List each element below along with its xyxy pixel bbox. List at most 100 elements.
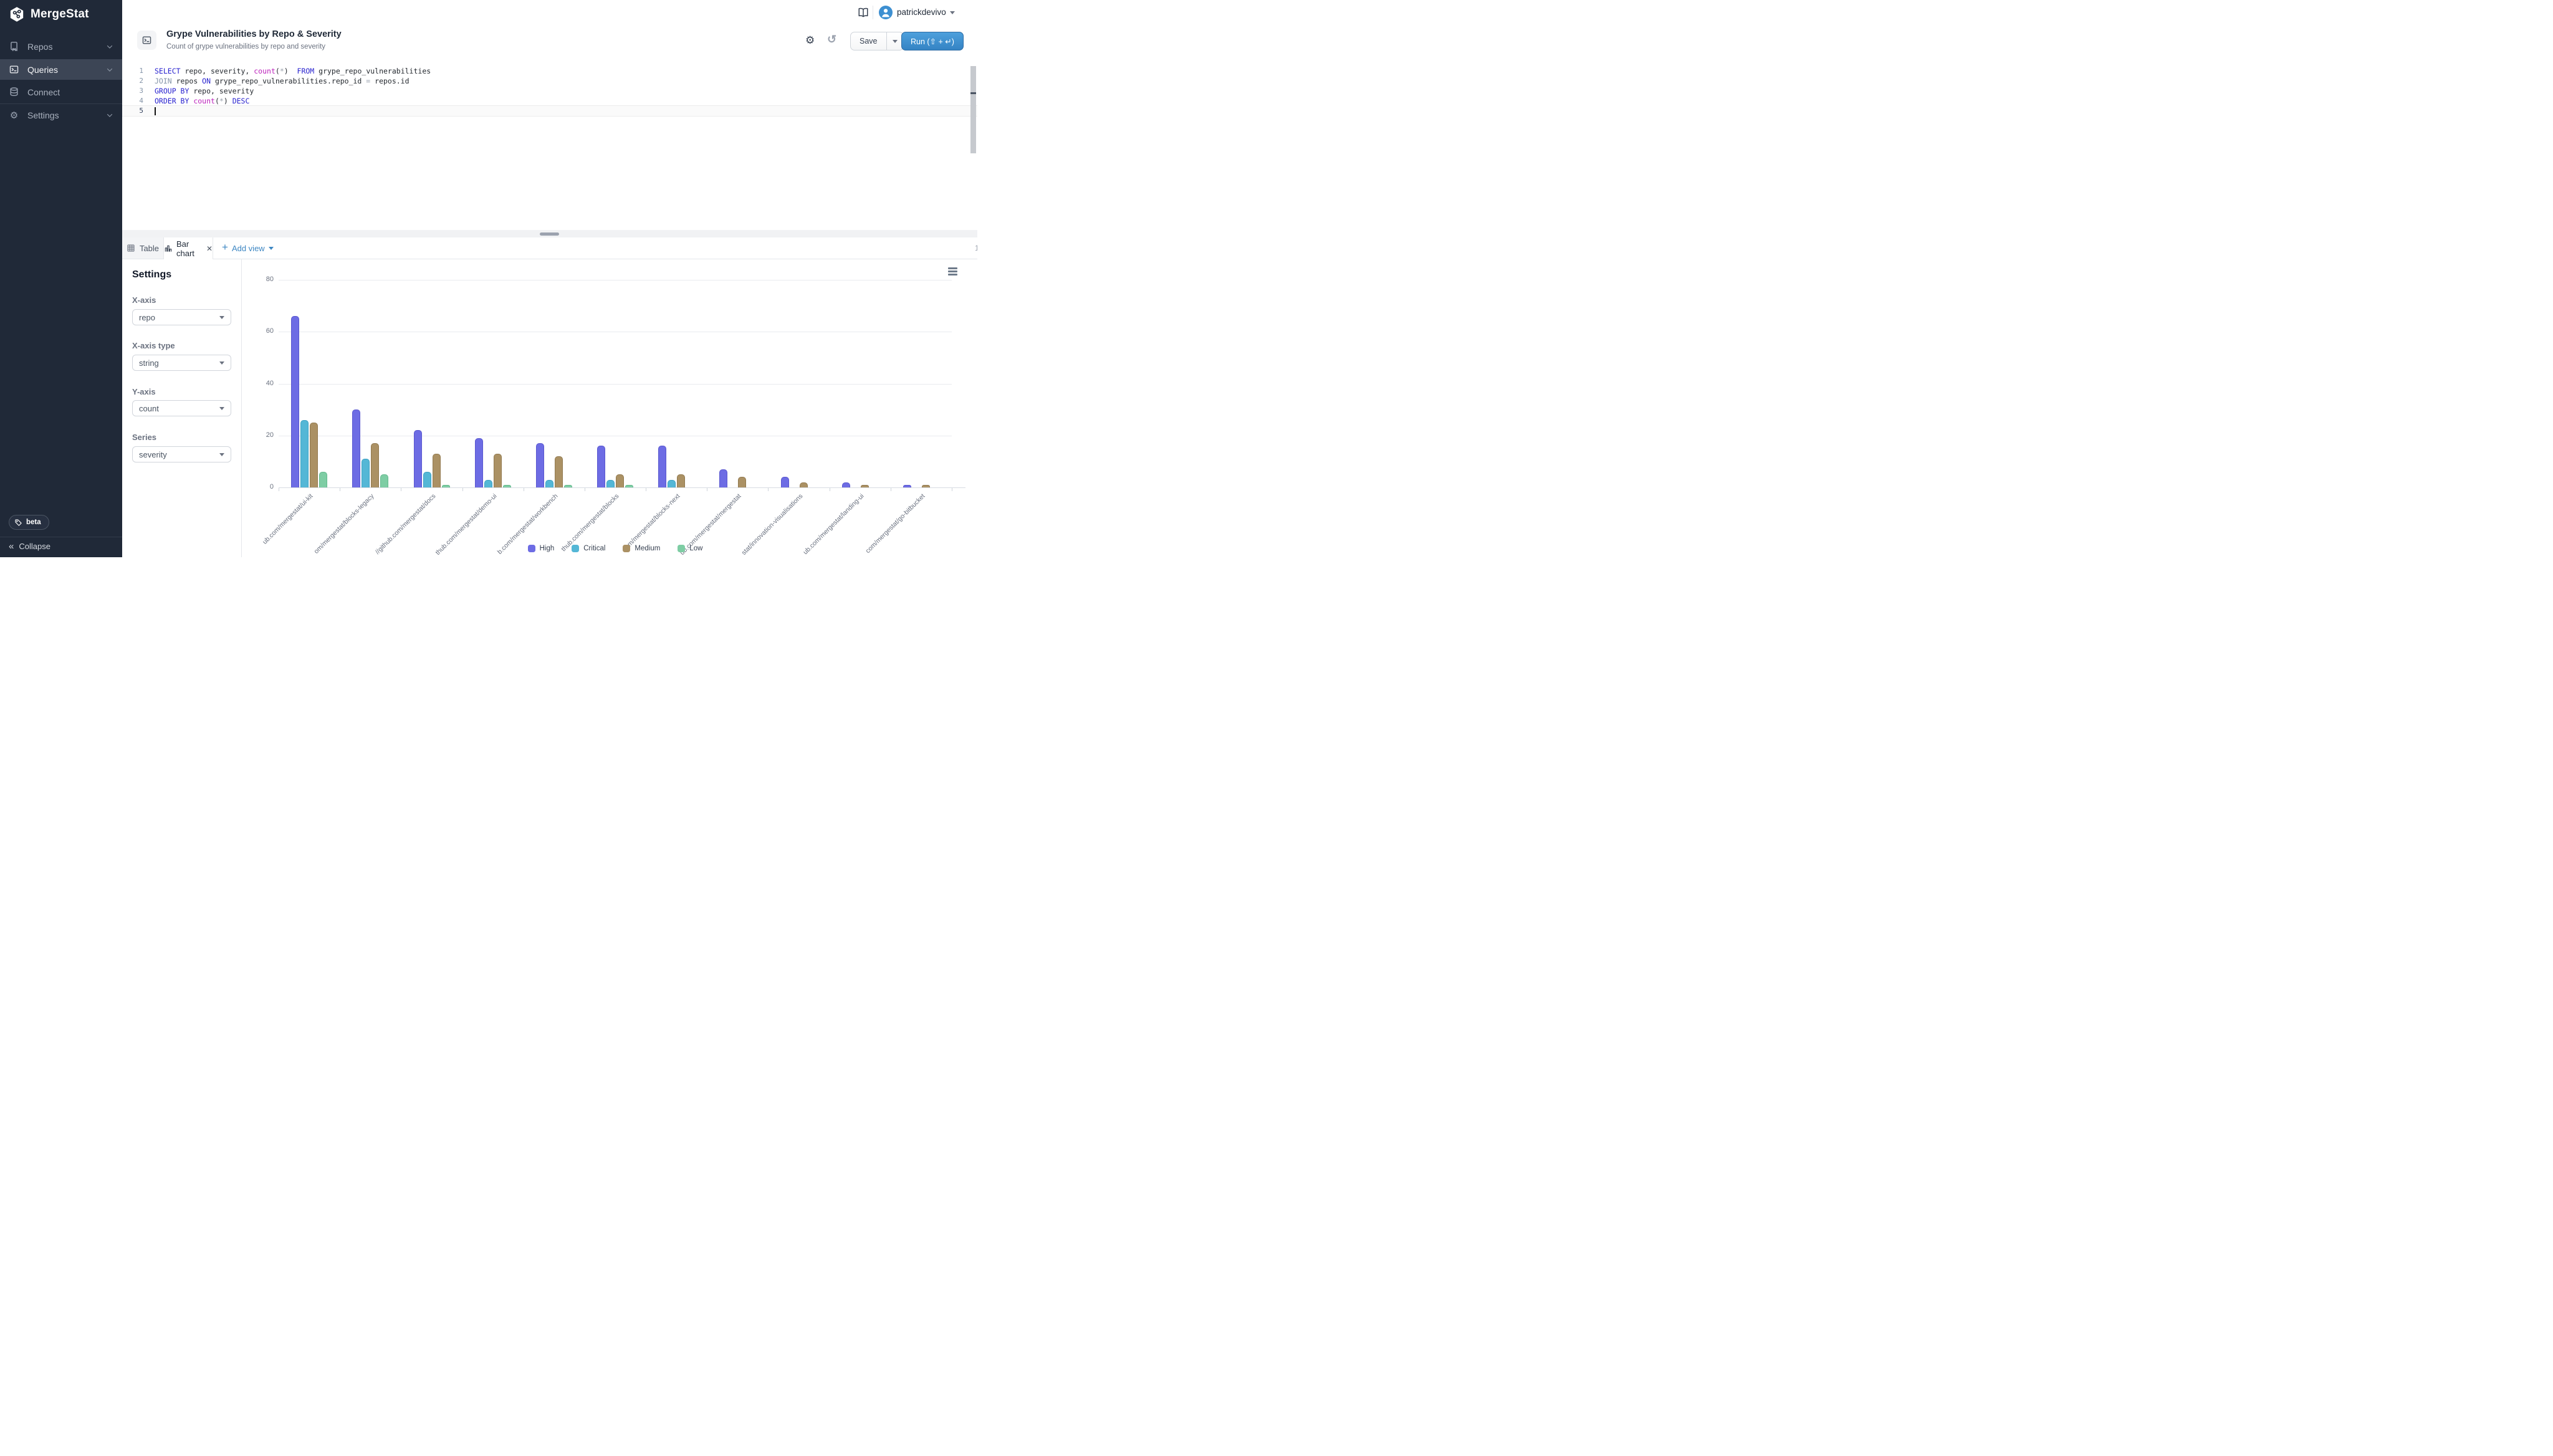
bar-critical[interactable] bbox=[606, 480, 615, 488]
bar-low[interactable] bbox=[442, 485, 450, 487]
bar-low[interactable] bbox=[564, 485, 572, 487]
docs-book-icon[interactable] bbox=[858, 7, 869, 18]
bar-low[interactable] bbox=[503, 485, 511, 487]
panel-resize-handle[interactable] bbox=[540, 232, 559, 236]
x-axis-label: ub.com/mergestat/ui-kit bbox=[261, 492, 315, 546]
user-menu-caret-icon[interactable] bbox=[950, 11, 955, 14]
chart-settings-panel: Settings X-axis repo X-axis type string … bbox=[122, 259, 242, 557]
query-terminal-icon bbox=[137, 31, 156, 50]
legend-swatch bbox=[528, 545, 535, 552]
logo[interactable]: MergeStat bbox=[9, 6, 89, 22]
bar-high[interactable] bbox=[597, 446, 605, 487]
line-number: 5 bbox=[122, 106, 143, 116]
query-history-icon[interactable]: ↺ bbox=[827, 34, 836, 45]
sql-editor[interactable]: 1SELECT repo, severity, count(*) FROM gr… bbox=[122, 60, 977, 230]
bar-high[interactable] bbox=[414, 430, 422, 487]
caret-down-icon bbox=[269, 247, 274, 250]
beta-badge: beta bbox=[9, 515, 49, 530]
bar-medium[interactable] bbox=[371, 443, 379, 487]
username[interactable]: patrickdevivo bbox=[897, 7, 946, 17]
x-axis-tickmark bbox=[768, 488, 769, 491]
code-line[interactable]: 4ORDER BY count(*) DESC bbox=[122, 96, 977, 106]
bar-critical[interactable] bbox=[362, 459, 370, 487]
select-value: severity bbox=[139, 450, 167, 459]
bar-low[interactable] bbox=[380, 474, 388, 487]
bar-medium[interactable] bbox=[677, 474, 685, 487]
save-button[interactable]: Save bbox=[851, 32, 886, 50]
sidebar-item-repos[interactable]: Repos bbox=[0, 37, 122, 55]
x-axis-type-label: X-axis type bbox=[132, 341, 175, 350]
sidebar-item-queries[interactable]: Queries bbox=[0, 59, 122, 80]
bar-medium[interactable] bbox=[861, 485, 869, 487]
bar-critical[interactable] bbox=[668, 480, 676, 488]
x-axis-select[interactable]: repo bbox=[132, 309, 231, 325]
x-axis-type-select[interactable]: string bbox=[132, 355, 231, 371]
bar-critical[interactable] bbox=[423, 472, 431, 487]
bar-low[interactable] bbox=[625, 485, 633, 487]
series-label: Series bbox=[132, 433, 156, 442]
bar-high[interactable] bbox=[475, 438, 483, 487]
plus-icon: + bbox=[222, 241, 228, 254]
bar-medium[interactable] bbox=[800, 482, 808, 487]
bar-medium[interactable] bbox=[616, 474, 624, 487]
add-view-button[interactable]: + Add view bbox=[222, 237, 274, 259]
bar-high[interactable] bbox=[719, 469, 727, 487]
sidebar-item-connect[interactable]: Connect bbox=[0, 82, 122, 102]
line-number: 2 bbox=[122, 76, 143, 86]
bar-high[interactable] bbox=[903, 485, 911, 487]
code-line[interactable]: 3GROUP BY repo, severity bbox=[122, 86, 977, 96]
x-axis-line bbox=[279, 487, 965, 488]
bar-high[interactable] bbox=[781, 477, 789, 487]
settings-heading: Settings bbox=[132, 269, 171, 280]
bar-high[interactable] bbox=[291, 316, 299, 487]
repos-book-icon bbox=[9, 41, 19, 52]
bar-high[interactable] bbox=[842, 482, 850, 487]
bar-medium[interactable] bbox=[555, 456, 563, 487]
legend-swatch bbox=[572, 545, 579, 552]
y-axis-tick: 20 bbox=[249, 431, 274, 439]
legend-item-critical[interactable]: Critical bbox=[572, 545, 605, 552]
query-settings-gear-icon[interactable]: ⚙ bbox=[805, 35, 815, 46]
bar-low[interactable] bbox=[319, 472, 327, 487]
legend-item-high[interactable]: High bbox=[528, 545, 555, 552]
line-number: 4 bbox=[122, 96, 143, 106]
run-button[interactable]: Run (⇧ + ↵) bbox=[901, 32, 964, 50]
avatar[interactable] bbox=[879, 6, 893, 19]
close-tab-icon[interactable]: ✕ bbox=[206, 244, 213, 253]
x-axis-label: thub.com/mergestat/blocks bbox=[560, 492, 620, 553]
sidebar-item-label: Settings bbox=[27, 110, 59, 120]
tab-table[interactable]: Table bbox=[122, 237, 163, 259]
chevron-down-icon bbox=[106, 43, 113, 50]
x-axis-tickmark bbox=[462, 488, 463, 491]
code-line[interactable]: 2JOIN repos ON grype_repo_vulnerabilitie… bbox=[122, 76, 977, 86]
code-line[interactable]: 5 bbox=[122, 105, 977, 117]
y-axis-tick: 80 bbox=[249, 275, 274, 283]
bar-high[interactable] bbox=[352, 410, 360, 487]
bar-critical[interactable] bbox=[545, 480, 553, 488]
chart-legend: High Critical Medium Low bbox=[279, 545, 952, 552]
code-line[interactable]: 1SELECT repo, severity, count(*) FROM gr… bbox=[122, 66, 977, 76]
sidebar-item-settings[interactable]: ⚙ Settings bbox=[0, 105, 122, 125]
bar-medium[interactable] bbox=[738, 477, 746, 487]
editor-scrollbar[interactable] bbox=[970, 66, 976, 153]
bar-high[interactable] bbox=[658, 446, 666, 487]
series-select[interactable]: severity bbox=[132, 446, 231, 462]
collapse-button[interactable]: « Collapse bbox=[9, 542, 50, 551]
bar-medium[interactable] bbox=[433, 454, 441, 487]
bar-high[interactable] bbox=[536, 443, 544, 487]
bar-critical[interactable] bbox=[300, 420, 309, 487]
bar-critical[interactable] bbox=[484, 480, 492, 488]
legend-item-low[interactable]: Low bbox=[678, 545, 702, 552]
editor-scrollbar-thumb[interactable] bbox=[970, 92, 976, 94]
bar-medium[interactable] bbox=[922, 485, 930, 487]
bar-medium[interactable] bbox=[494, 454, 502, 487]
bar-medium[interactable] bbox=[310, 423, 318, 487]
page-subtitle: Count of grype vulnerabilities by repo a… bbox=[166, 43, 325, 50]
sidebar-item-label: Queries bbox=[27, 65, 58, 75]
y-axis-select[interactable]: count bbox=[132, 400, 231, 416]
legend-item-medium[interactable]: Medium bbox=[623, 545, 660, 552]
save-button-group: Save bbox=[850, 32, 904, 50]
save-dropdown-button[interactable] bbox=[886, 32, 903, 50]
x-axis-label: om/mergestat/blocks-next bbox=[623, 492, 681, 550]
tab-bar-chart[interactable]: Bar chart ✕ bbox=[163, 237, 213, 259]
